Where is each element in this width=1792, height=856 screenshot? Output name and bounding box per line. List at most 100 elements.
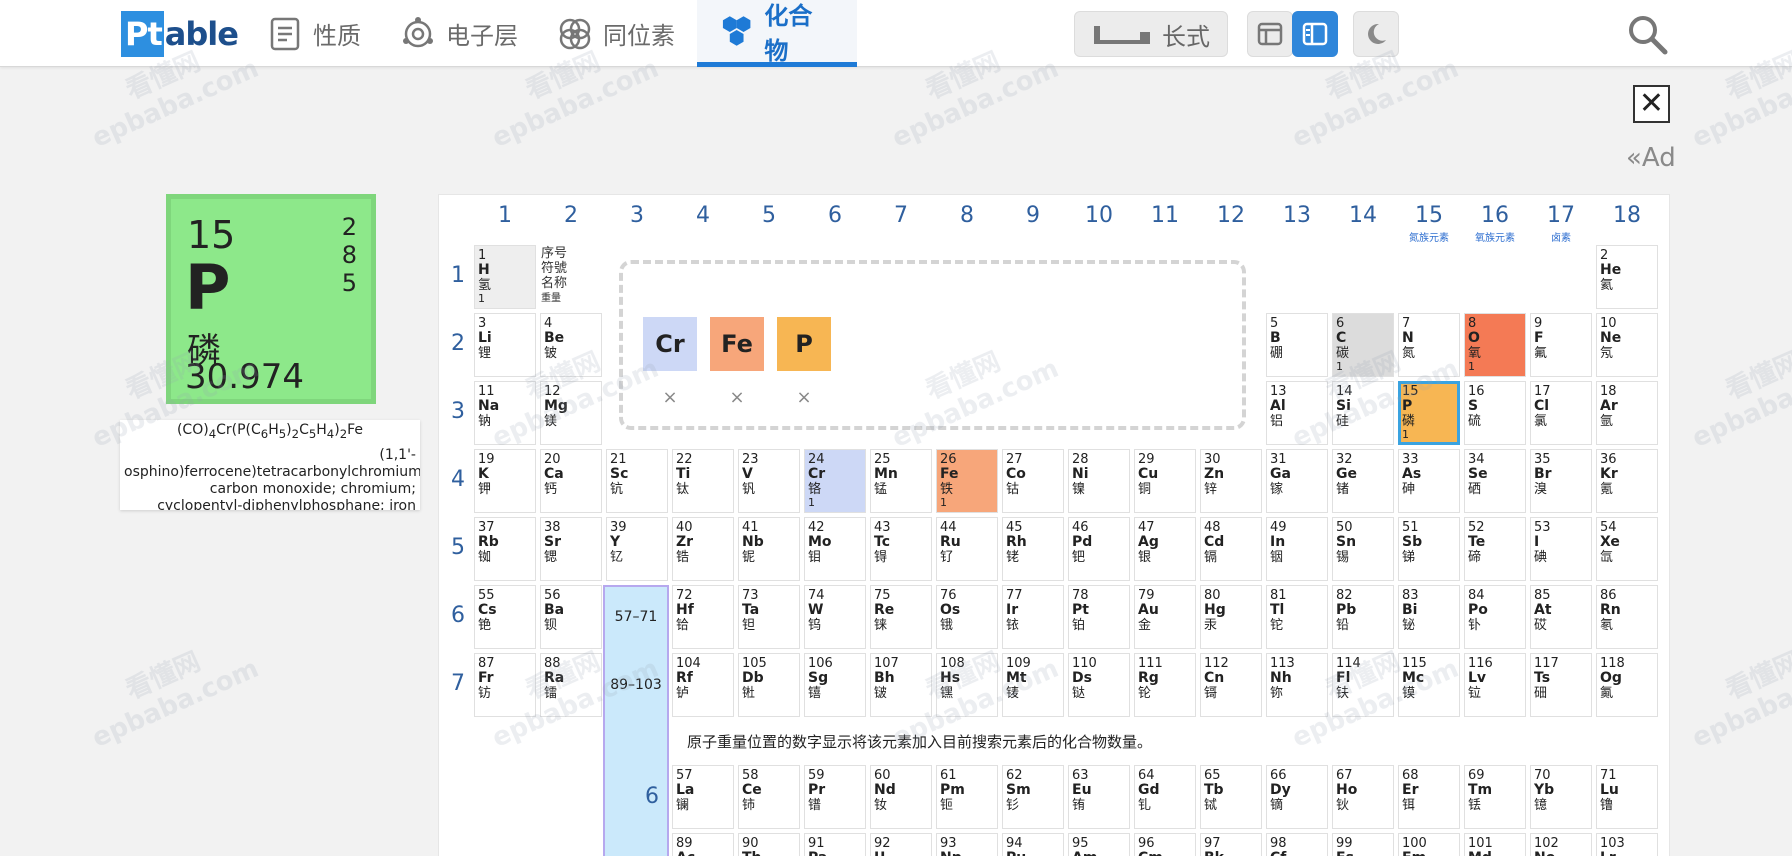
element-cell-in[interactable]: 49 In 铟	[1266, 517, 1328, 581]
tab-properties[interactable]: 性质	[245, 0, 383, 67]
element-cell-fl[interactable]: 114 Fl 𫓧	[1332, 653, 1394, 717]
element-cell-co[interactable]: 27 Co 钴	[1002, 449, 1064, 513]
element-cell-lv[interactable]: 116 Lv 𫟷	[1464, 653, 1526, 717]
element-cell-nd[interactable]: 60 Nd 钕	[870, 765, 932, 829]
element-cell-sn[interactable]: 50 Sn 锡	[1332, 517, 1394, 581]
element-cell-rg[interactable]: 111 Rg 𬬭	[1134, 653, 1196, 717]
f-block-placeholder[interactable]	[603, 585, 669, 856]
element-cell-sm[interactable]: 62 Sm 钐	[1002, 765, 1064, 829]
element-cell-cm[interactable]: 96Cm锔	[1134, 833, 1196, 856]
element-cell-ra[interactable]: 88 Ra 镭	[540, 653, 602, 717]
element-cell-b[interactable]: 5B硼	[1266, 313, 1328, 377]
element-cell-mc[interactable]: 115 Mc 镆	[1398, 653, 1460, 717]
element-cell-o[interactable]: 8O氧1	[1464, 313, 1526, 377]
element-cell-lu[interactable]: 71 Lu 镥	[1596, 765, 1658, 829]
element-cell-ir[interactable]: 77 Ir 铱	[1002, 585, 1064, 649]
element-cell-cf[interactable]: 98Cf锎	[1266, 833, 1328, 856]
element-cell-am[interactable]: 95Am镅	[1068, 833, 1130, 856]
element-cell-u[interactable]: 92U铀	[870, 833, 932, 856]
element-cell-n[interactable]: 7N氮	[1398, 313, 1460, 377]
selected-element-chip[interactable]: P	[777, 317, 831, 371]
element-cell-te[interactable]: 52 Te 碲	[1464, 517, 1526, 581]
element-cell-rb[interactable]: 37 Rb 铷	[474, 517, 536, 581]
element-cell-ba[interactable]: 56 Ba 钡	[540, 585, 602, 649]
element-cell-np[interactable]: 93Np镎	[936, 833, 998, 856]
element-cell-no[interactable]: 102No锘	[1530, 833, 1592, 856]
element-cell-i[interactable]: 53 I 碘	[1530, 517, 1592, 581]
ptable-logo[interactable]: Pt able	[121, 11, 239, 57]
element-cell-sc[interactable]: 21 Sc 钪	[606, 449, 668, 513]
element-cell-bh[interactable]: 107 Bh 𬭛	[870, 653, 932, 717]
element-cell-f[interactable]: 9F氟	[1530, 313, 1592, 377]
element-cell-db[interactable]: 105 Db 𬭊	[738, 653, 800, 717]
close-ad-button[interactable]: ✕	[1633, 85, 1670, 123]
element-cell-k[interactable]: 19 K 钾	[474, 449, 536, 513]
element-cell-ag[interactable]: 47 Ag 银	[1134, 517, 1196, 581]
element-cell-th[interactable]: 90Th钍	[738, 833, 800, 856]
element-cell-zn[interactable]: 30 Zn 锌	[1200, 449, 1262, 513]
element-cell-hs[interactable]: 108 Hs 𬭶	[936, 653, 998, 717]
element-cell-au[interactable]: 79 Au 金	[1134, 585, 1196, 649]
element-cell-ar[interactable]: 18 Ar 氩	[1596, 381, 1658, 445]
element-cell-h[interactable]: 1H氢1	[474, 245, 536, 309]
element-cell-w[interactable]: 74 W 钨	[804, 585, 866, 649]
element-cell-cr[interactable]: 24 Cr 铬 1	[804, 449, 866, 513]
element-cell-mg[interactable]: 12 Mg 镁	[540, 381, 602, 445]
element-cell-ne[interactable]: 10 Ne 氖	[1596, 313, 1658, 377]
element-cell-zr[interactable]: 40 Zr 锆	[672, 517, 734, 581]
element-cell-ta[interactable]: 73 Ta 钽	[738, 585, 800, 649]
element-cell-cl[interactable]: 17 Cl 氯	[1530, 381, 1592, 445]
element-cell-rf[interactable]: 104 Rf 𬬻	[672, 653, 734, 717]
element-cell-eu[interactable]: 63 Eu 铕	[1068, 765, 1130, 829]
element-cell-ts[interactable]: 117 Ts 鿬	[1530, 653, 1592, 717]
element-cell-ti[interactable]: 22 Ti 钛	[672, 449, 734, 513]
selected-element-chip[interactable]: Cr	[643, 317, 697, 371]
element-cell-pr[interactable]: 59 Pr 镨	[804, 765, 866, 829]
element-cell-li[interactable]: 3 Li 锂	[474, 313, 536, 377]
element-cell-rn[interactable]: 86 Rn 氡	[1596, 585, 1658, 649]
selected-element-chip[interactable]: Fe	[710, 317, 764, 371]
element-cell-yb[interactable]: 70 Yb 镱	[1530, 765, 1592, 829]
long-form-button[interactable]: 长式	[1074, 11, 1228, 57]
element-cell-ni[interactable]: 28 Ni 镍	[1068, 449, 1130, 513]
element-cell-be[interactable]: 4 Be 铍	[540, 313, 602, 377]
element-cell-al[interactable]: 13 Al 铝	[1266, 381, 1328, 445]
element-cell-gd[interactable]: 64 Gd 钆	[1134, 765, 1196, 829]
element-cell-na[interactable]: 11 Na 钠	[474, 381, 536, 445]
element-cell-nh[interactable]: 113 Nh 鿭	[1266, 653, 1328, 717]
element-cell-pt[interactable]: 78 Pt 铂	[1068, 585, 1130, 649]
element-cell-sr[interactable]: 38 Sr 锶	[540, 517, 602, 581]
remove-element-icon[interactable]: ×	[710, 387, 764, 408]
element-cell-sb[interactable]: 51 Sb 锑	[1398, 517, 1460, 581]
element-cell-sg[interactable]: 106 Sg 𬭳	[804, 653, 866, 717]
element-cell-fm[interactable]: 100Fm镄	[1398, 833, 1460, 856]
element-cell-tc[interactable]: 43 Tc 锝	[870, 517, 932, 581]
tab-isotopes[interactable]: 同位素	[535, 0, 697, 67]
tab-compounds[interactable]: 化合物	[697, 0, 857, 67]
ad-label[interactable]: «Ad	[1626, 143, 1676, 173]
element-cell-mo[interactable]: 42 Mo 钼	[804, 517, 866, 581]
element-cell-mn[interactable]: 25 Mn 锰	[870, 449, 932, 513]
element-cell-ru[interactable]: 44 Ru 钌	[936, 517, 998, 581]
element-cell-ge[interactable]: 32 Ge 锗	[1332, 449, 1394, 513]
element-cell-cn[interactable]: 112 Cn 鿔	[1200, 653, 1262, 717]
element-cell-pa[interactable]: 91Pa镤	[804, 833, 866, 856]
element-cell-la[interactable]: 57 La 镧	[672, 765, 734, 829]
element-cell-po[interactable]: 84 Po 钋	[1464, 585, 1526, 649]
element-cell-lr[interactable]: 103Lr铹	[1596, 833, 1658, 856]
element-cell-bi[interactable]: 83 Bi 铋	[1398, 585, 1460, 649]
element-cell-tl[interactable]: 81 Tl 铊	[1266, 585, 1328, 649]
element-cell-fr[interactable]: 87 Fr 钫	[474, 653, 536, 717]
element-cell-pb[interactable]: 82 Pb 铅	[1332, 585, 1394, 649]
element-cell-re[interactable]: 75 Re 铼	[870, 585, 932, 649]
element-cell-c[interactable]: 6C碳1	[1332, 313, 1394, 377]
search-button[interactable]	[1625, 12, 1669, 56]
element-cell-mt[interactable]: 109 Mt 鿏	[1002, 653, 1064, 717]
element-cell-si[interactable]: 14 Si 硅	[1332, 381, 1394, 445]
element-cell-er[interactable]: 68 Er 铒	[1398, 765, 1460, 829]
dark-mode-button[interactable]	[1353, 11, 1399, 57]
element-cell-dy[interactable]: 66 Dy 镝	[1266, 765, 1328, 829]
element-cell-ca[interactable]: 20 Ca 钙	[540, 449, 602, 513]
element-cell-ce[interactable]: 58 Ce 铈	[738, 765, 800, 829]
compact-view-button[interactable]	[1247, 11, 1293, 57]
